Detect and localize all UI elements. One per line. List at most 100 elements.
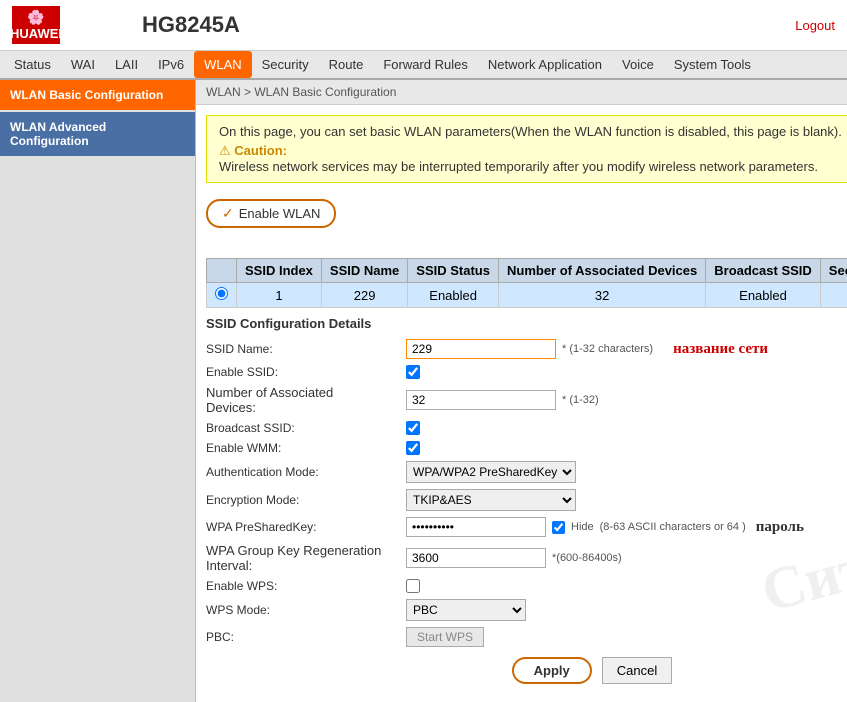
row-security: Configured — [820, 283, 847, 308]
enable-wlan-area: ✓ Enable WLAN — [196, 193, 847, 234]
row-devices: 32 — [498, 283, 705, 308]
wps-mode-row: WPS Mode: PBC PIN — [206, 599, 847, 621]
main-area: WLAN Basic Configuration WLAN Advanced C… — [0, 80, 847, 702]
nav-wai[interactable]: WAI — [61, 51, 105, 78]
col-select — [207, 259, 237, 283]
broadcast-ssid-row: Broadcast SSID: — [206, 421, 847, 435]
col-broadcast-ssid: Broadcast SSID — [706, 259, 821, 283]
hide-label: Hide — [571, 521, 594, 533]
table-actions: New Delete — [206, 234, 847, 254]
info-line1: On this page, you can set basic WLAN par… — [219, 124, 847, 139]
ssid-details-title: SSID Configuration Details — [206, 316, 847, 331]
col-security-config: Security Configuration — [820, 259, 847, 283]
ssid-table-area: New Delete SSID Index SSID Name SSID Sta… — [196, 234, 847, 308]
num-devices-row: Number of Associated Devices: * (1-32) — [206, 385, 847, 415]
col-ssid-index: SSID Index — [237, 259, 322, 283]
table-row[interactable]: 1 229 Enabled 32 Enabled Configured — [207, 283, 847, 308]
info-box: On this page, you can set basic WLAN par… — [206, 115, 847, 183]
apply-button[interactable]: Apply — [512, 657, 592, 684]
wpa-group-row: WPA Group Key Regeneration Interval: *(6… — [206, 543, 847, 573]
logo-area: 🌸 HUAWEI — [12, 6, 122, 44]
wps-mode-label: WPS Mode: — [206, 603, 406, 617]
wpa-group-label: WPA Group Key Regeneration Interval: — [206, 543, 406, 573]
enable-wlan-label: Enable WLAN — [239, 206, 321, 221]
enable-wps-row: Enable WPS: — [206, 579, 847, 593]
brand-label: HUAWEI — [10, 26, 62, 42]
ssid-name-row: SSID Name: * (1-32 characters) название … — [206, 339, 847, 359]
ssid-name-label: SSID Name: — [206, 342, 406, 356]
nav-wlan[interactable]: WLAN — [194, 51, 252, 78]
enable-wlan-button[interactable]: ✓ Enable WLAN — [206, 199, 336, 228]
nav-security[interactable]: Security — [252, 51, 319, 78]
nav-forward-rules[interactable]: Forward Rules — [373, 51, 478, 78]
logout-button[interactable]: Logout — [795, 18, 835, 33]
wpa-key-input[interactable] — [406, 517, 546, 537]
nav-network-application[interactable]: Network Application — [478, 51, 612, 78]
row-select-radio[interactable] — [215, 287, 228, 300]
nav-laii[interactable]: LAII — [105, 51, 148, 78]
nav-voice[interactable]: Voice — [612, 51, 664, 78]
sidebar-item-wlan-basic[interactable]: WLAN Basic Configuration — [0, 80, 195, 110]
auth-mode-label: Authentication Mode: — [206, 465, 406, 479]
nav-system-tools[interactable]: System Tools — [664, 51, 761, 78]
info-line2: Wireless network services may be interru… — [219, 159, 847, 174]
header: 🌸 HUAWEI HG8245A Logout — [0, 0, 847, 51]
breadcrumb: WLAN > WLAN Basic Configuration — [196, 80, 847, 105]
enc-mode-row: Encryption Mode: TKIP&AES TKIP AES — [206, 489, 847, 511]
row-status: Enabled — [408, 283, 499, 308]
wpa-key-annotation: пароль — [756, 519, 804, 536]
enable-ssid-label: Enable SSID: — [206, 365, 406, 379]
num-devices-hint: * (1-32) — [562, 394, 599, 406]
checkmark-icon: ✓ — [222, 205, 234, 222]
device-name: HG8245A — [122, 12, 795, 38]
num-devices-label: Number of Associated Devices: — [206, 385, 406, 415]
hide-password-checkbox[interactable] — [552, 521, 565, 534]
row-radio[interactable] — [207, 283, 237, 308]
sidebar-item-wlan-advanced[interactable]: WLAN Advanced Configuration — [0, 112, 195, 156]
row-index: 1 — [237, 283, 322, 308]
wpa-key-hint: (8-63 ASCII characters or 64 ) — [600, 521, 746, 533]
enable-wmm-row: Enable WMM: — [206, 441, 847, 455]
caution-label: Caution: — [234, 143, 287, 158]
wpa-key-row: WPA PreSharedKey: Hide (8-63 ASCII chara… — [206, 517, 847, 537]
sidebar: WLAN Basic Configuration WLAN Advanced C… — [0, 80, 196, 702]
auth-mode-select[interactable]: WPA/WPA2 PreSharedKey Open WPA WPA2 — [406, 461, 576, 483]
enc-mode-label: Encryption Mode: — [206, 493, 406, 507]
enable-ssid-row: Enable SSID: — [206, 365, 847, 379]
enable-wmm-checkbox[interactable] — [406, 441, 420, 455]
huawei-logo: 🌸 HUAWEI — [12, 6, 60, 44]
broadcast-ssid-label: Broadcast SSID: — [206, 421, 406, 435]
row-name: 229 — [321, 283, 407, 308]
ssid-details: SSID Configuration Details SSID Name: * … — [196, 308, 847, 702]
nav-route[interactable]: Route — [319, 51, 374, 78]
ssid-table: SSID Index SSID Name SSID Status Number … — [206, 258, 847, 308]
auth-mode-row: Authentication Mode: WPA/WPA2 PreSharedK… — [206, 461, 847, 483]
ssid-name-hint: * (1-32 characters) — [562, 343, 653, 355]
enc-mode-select[interactable]: TKIP&AES TKIP AES — [406, 489, 576, 511]
form-actions: Apply Cancel — [206, 657, 847, 684]
col-ssid-name: SSID Name — [321, 259, 407, 283]
col-num-devices: Number of Associated Devices — [498, 259, 705, 283]
ssid-name-annotation: название сети — [673, 341, 768, 358]
nav-status[interactable]: Status — [4, 51, 61, 78]
top-nav: Status WAI LAII IPv6 WLAN Security Route… — [0, 51, 847, 80]
broadcast-ssid-checkbox[interactable] — [406, 421, 420, 435]
row-broadcast: Enabled — [706, 283, 821, 308]
num-devices-input[interactable] — [406, 390, 556, 410]
enable-wps-checkbox[interactable] — [406, 579, 420, 593]
wpa-group-input[interactable] — [406, 548, 546, 568]
ssid-name-input[interactable] — [406, 339, 556, 359]
enable-ssid-checkbox[interactable] — [406, 365, 420, 379]
wpa-group-hint: *(600-86400s) — [552, 552, 622, 564]
pbc-label: PBC: — [206, 630, 406, 644]
enable-wmm-label: Enable WMM: — [206, 441, 406, 455]
enable-wps-label: Enable WPS: — [206, 579, 406, 593]
cancel-button[interactable]: Cancel — [602, 657, 672, 684]
wpa-key-label: WPA PreSharedKey: — [206, 520, 406, 534]
nav-ipv6[interactable]: IPv6 — [148, 51, 194, 78]
start-wps-button[interactable]: Start WPS — [406, 627, 484, 647]
pbc-row: PBC: Start WPS — [206, 627, 847, 647]
content-area: WLAN > WLAN Basic Configuration On this … — [196, 80, 847, 702]
wps-mode-select[interactable]: PBC PIN — [406, 599, 526, 621]
col-ssid-status: SSID Status — [408, 259, 499, 283]
